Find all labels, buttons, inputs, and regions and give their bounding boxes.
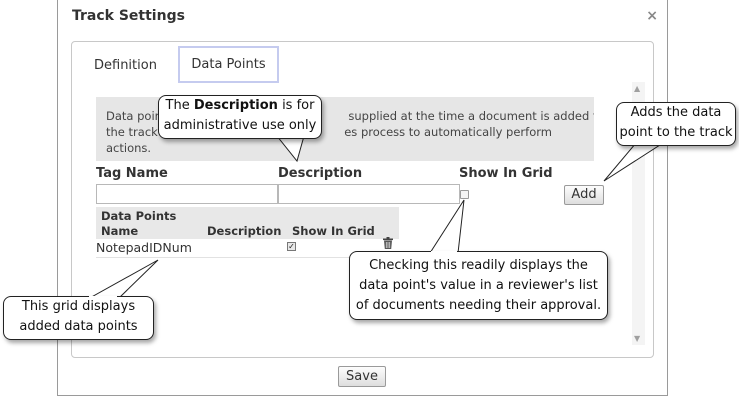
callout-checkbox-line2: data point's value in a reviewer's list — [359, 278, 598, 293]
callout-checkbox-line1: Checking this readily displays the — [369, 258, 588, 273]
callout-description: The Description is for administrative us… — [158, 95, 322, 139]
callout-grid: This grid displays added data points — [3, 296, 154, 340]
callout-add: Adds the data point to the track — [616, 102, 736, 146]
callout-grid-join — [89, 296, 117, 299]
callout-description-join — [278, 135, 303, 138]
callout-add-line2: point to the track — [619, 125, 733, 140]
callout-checkbox-join — [431, 251, 457, 254]
callout-checkbox: Checking this readily displays the data … — [349, 251, 608, 320]
callout-add-line1: Adds the data — [630, 105, 722, 120]
callout-description-line1: The Description is for — [165, 98, 315, 113]
callout-add-join — [637, 142, 662, 145]
callout-checkbox-line3: of documents needing their approval. — [355, 298, 602, 313]
callout-description-line2: administrative use only — [163, 118, 317, 133]
callout-grid-line2: added data points — [19, 319, 138, 334]
callout-grid-line1: This grid displays — [21, 299, 136, 314]
